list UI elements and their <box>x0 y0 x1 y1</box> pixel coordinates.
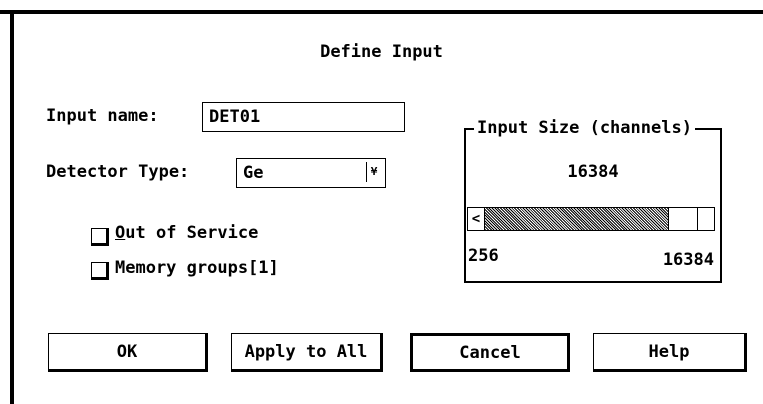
input-size-group-title: Input Size (channels) <box>474 118 695 138</box>
cancel-button[interactable]: Cancel <box>410 333 570 372</box>
input-name-field[interactable]: DET01 <box>202 102 405 132</box>
detector-type-value: Ge <box>243 163 264 183</box>
input-size-value: 16384 <box>567 162 619 182</box>
scroll-left-arrow-icon[interactable]: < <box>468 208 485 230</box>
define-input-dialog: Define Input Input name: DET01 Detector … <box>0 0 763 404</box>
input-size-min-label: 256 <box>468 246 499 266</box>
scrollbar-track[interactable] <box>485 208 668 230</box>
scrollbar-thumb[interactable] <box>668 208 700 230</box>
out-of-service-mnemonic: O <box>115 223 126 243</box>
out-of-service-label[interactable]: Out of Service <box>115 223 258 243</box>
input-name-value: DET01 <box>209 107 261 127</box>
ok-button[interactable]: OK <box>48 333 208 372</box>
dialog-top-border <box>0 10 763 14</box>
dropdown-arrow-icon[interactable]: ¥ <box>366 162 381 182</box>
memory-groups-checkbox[interactable] <box>91 262 109 280</box>
apply-to-all-button[interactable]: Apply to All <box>231 333 383 372</box>
input-size-max-label: 16384 <box>662 250 714 270</box>
dialog-left-border <box>10 10 14 404</box>
help-button[interactable]: Help <box>593 333 747 372</box>
input-size-scrollbar[interactable]: < <box>467 207 715 231</box>
scroll-right-arrow-icon[interactable] <box>697 208 714 230</box>
out-of-service-checkbox[interactable] <box>91 228 109 246</box>
detector-type-combo[interactable]: Ge ¥ <box>236 158 386 188</box>
detector-type-label: Detector Type: <box>46 162 190 182</box>
out-of-service-label-text: ut of Service <box>125 223 259 243</box>
input-name-label: Input name: <box>46 106 159 126</box>
memory-groups-label[interactable]: Memory groups[1] <box>115 258 279 278</box>
dialog-title: Define Input <box>320 42 443 62</box>
